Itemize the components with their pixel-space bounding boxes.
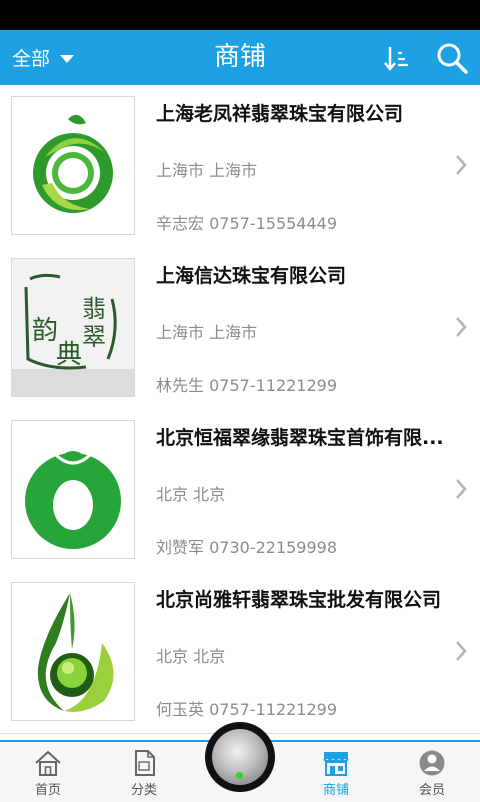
filter-label: 全部 bbox=[12, 48, 51, 70]
chevron-right-icon bbox=[456, 155, 467, 175]
document-icon bbox=[135, 750, 155, 776]
caret-down-icon bbox=[60, 54, 75, 63]
shop-list-item[interactable]: 北京尚雅轩翡翠珠宝批发有限公司 北京 北京 何玉英 0757-11221299 bbox=[0, 571, 480, 734]
calligraphy-seal-logo-icon: 翡 翠 韵 典 bbox=[12, 259, 134, 396]
shop-name: 上海信达珠宝有限公司 bbox=[156, 265, 347, 287]
shop-name: 上海老凤祥翡翠珠宝有限公司 bbox=[156, 103, 404, 125]
shop-list-item[interactable]: 上海老凤祥翡翠珠宝有限公司 上海市 上海市 辛志宏 0757-15554449 bbox=[0, 85, 480, 248]
status-led bbox=[236, 772, 243, 779]
shop-logo: 翡 翠 韵 典 bbox=[11, 258, 135, 397]
shop-contact: 辛志宏 0757-15554449 bbox=[156, 214, 338, 233]
tab-label: 分类 bbox=[130, 783, 157, 798]
svg-text:翠: 翠 bbox=[82, 323, 106, 351]
home-icon bbox=[35, 750, 61, 776]
tab-label: 会员 bbox=[418, 783, 445, 798]
center-action-button[interactable] bbox=[205, 722, 275, 792]
shop-logo bbox=[11, 582, 135, 721]
top-bar: 全部 商铺 bbox=[0, 30, 480, 85]
shop-location: 北京 北京 bbox=[156, 647, 226, 666]
green-pendant-logo-icon bbox=[25, 431, 121, 549]
tab-label: 商铺 bbox=[322, 783, 349, 798]
shop-logo bbox=[11, 420, 135, 559]
svg-text:韵: 韵 bbox=[32, 316, 58, 346]
shop-name: 北京尚雅轩翡翠珠宝批发有限公司 bbox=[156, 589, 442, 611]
chevron-right-icon bbox=[456, 641, 467, 661]
svg-text:翡: 翡 bbox=[82, 295, 106, 323]
chevron-right-icon bbox=[456, 317, 467, 337]
tab-label: 首页 bbox=[34, 783, 61, 798]
shop-list-item[interactable]: 翡 翠 韵 典 上海信达珠宝有限公司 上海市 上海市 林先生 0757-1122… bbox=[0, 247, 480, 410]
search-icon[interactable] bbox=[434, 40, 470, 76]
svg-text:典: 典 bbox=[56, 340, 82, 370]
user-icon bbox=[419, 750, 445, 776]
shop-contact: 刘赞军 0730-22159998 bbox=[156, 538, 338, 557]
green-drop-logo-icon bbox=[37, 593, 114, 712]
shop-location: 上海市 上海市 bbox=[156, 161, 258, 180]
tab-category[interactable]: 分类 bbox=[96, 742, 192, 802]
shop-name: 北京恒福翠缘翡翠珠宝首饰有限... bbox=[156, 427, 444, 449]
status-bar bbox=[0, 0, 480, 30]
store-icon bbox=[323, 752, 349, 776]
shop-list: 上海老凤祥翡翠珠宝有限公司 上海市 上海市 辛志宏 0757-15554449 … bbox=[0, 85, 480, 740]
shop-contact: 何玉英 0757-11221299 bbox=[156, 700, 338, 719]
shop-location: 上海市 上海市 bbox=[156, 323, 258, 342]
shop-location: 北京 北京 bbox=[156, 485, 226, 504]
tab-stores[interactable]: 商铺 bbox=[288, 742, 384, 802]
shop-logo bbox=[11, 96, 135, 235]
shop-contact: 林先生 0757-11221299 bbox=[156, 376, 338, 395]
chevron-right-icon bbox=[456, 479, 467, 499]
shop-list-item[interactable]: 北京恒福翠缘翡翠珠宝首饰有限... 北京 北京 刘赞军 0730-2215999… bbox=[0, 409, 480, 572]
filter-dropdown[interactable]: 全部 bbox=[12, 30, 75, 85]
green-ring-logo-icon bbox=[33, 114, 113, 213]
sort-icon[interactable] bbox=[380, 42, 412, 74]
tab-member[interactable]: 会员 bbox=[384, 742, 480, 802]
tab-home[interactable]: 首页 bbox=[0, 742, 96, 802]
